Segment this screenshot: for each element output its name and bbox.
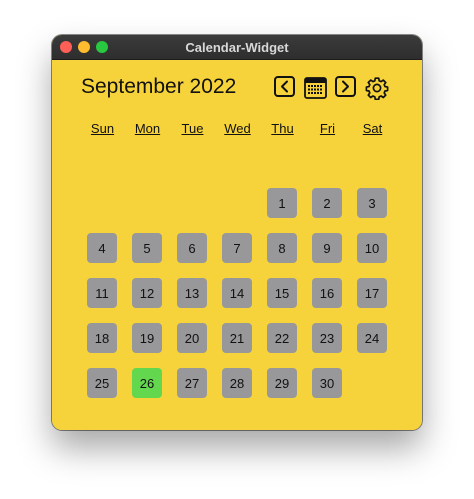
day-cell[interactable]: 4 [87, 233, 117, 263]
day-cell[interactable]: 18 [87, 323, 117, 353]
day-cell[interactable]: 30 [312, 368, 342, 398]
day-cell[interactable]: 1 [267, 188, 297, 218]
day-cell[interactable]: 11 [87, 278, 117, 308]
weekday-wed: Wed [224, 121, 251, 136]
calendar-window: Calendar-Widget September 2022 Sun Mon T… [52, 35, 422, 430]
gear-icon [365, 77, 389, 101]
day-cell[interactable]: 20 [177, 323, 207, 353]
title-bar[interactable]: Calendar-Widget [52, 35, 422, 60]
day-cell[interactable]: 7 [222, 233, 252, 263]
day-cell[interactable]: 13 [177, 278, 207, 308]
chevron-right-icon [342, 80, 349, 93]
weekday-fri: Fri [319, 121, 336, 136]
day-cell-today[interactable]: 26 [132, 368, 162, 398]
day-cell[interactable]: 3 [357, 188, 387, 218]
settings-button[interactable] [365, 76, 389, 101]
day-cell[interactable]: 21 [222, 323, 252, 353]
weekday-sat: Sat [362, 121, 383, 136]
day-cell[interactable]: 2 [312, 188, 342, 218]
day-cell[interactable]: 23 [312, 323, 342, 353]
calendar-icon [304, 77, 327, 99]
day-cell[interactable]: 19 [132, 323, 162, 353]
day-cell[interactable]: 17 [357, 278, 387, 308]
day-cell[interactable]: 25 [87, 368, 117, 398]
day-cell[interactable]: 5 [132, 233, 162, 263]
day-cell[interactable]: 27 [177, 368, 207, 398]
day-cell[interactable]: 12 [132, 278, 162, 308]
next-month-button[interactable] [335, 76, 356, 97]
day-cell[interactable]: 14 [222, 278, 252, 308]
day-cell[interactable]: 24 [357, 323, 387, 353]
weekday-thu: Thu [271, 121, 294, 136]
weekday-sun: Sun [90, 121, 115, 136]
day-cell[interactable]: 28 [222, 368, 252, 398]
day-cell[interactable]: 6 [177, 233, 207, 263]
day-cell[interactable]: 29 [267, 368, 297, 398]
previous-month-button[interactable] [274, 76, 295, 97]
day-cell[interactable]: 10 [357, 233, 387, 263]
day-cell[interactable]: 8 [267, 233, 297, 263]
weekday-mon: Mon [134, 121, 161, 136]
today-button[interactable] [304, 76, 327, 99]
calendar-content: September 2022 Sun Mon Tue Wed Thu Fri S… [52, 60, 422, 430]
day-cell[interactable]: 9 [312, 233, 342, 263]
day-cell[interactable]: 16 [312, 278, 342, 308]
day-cell[interactable]: 15 [267, 278, 297, 308]
chevron-left-icon [281, 80, 288, 93]
weekday-tue: Tue [181, 121, 204, 136]
window-title: Calendar-Widget [185, 40, 289, 55]
month-year-label: September 2022 [81, 75, 237, 98]
day-cell[interactable]: 22 [267, 323, 297, 353]
